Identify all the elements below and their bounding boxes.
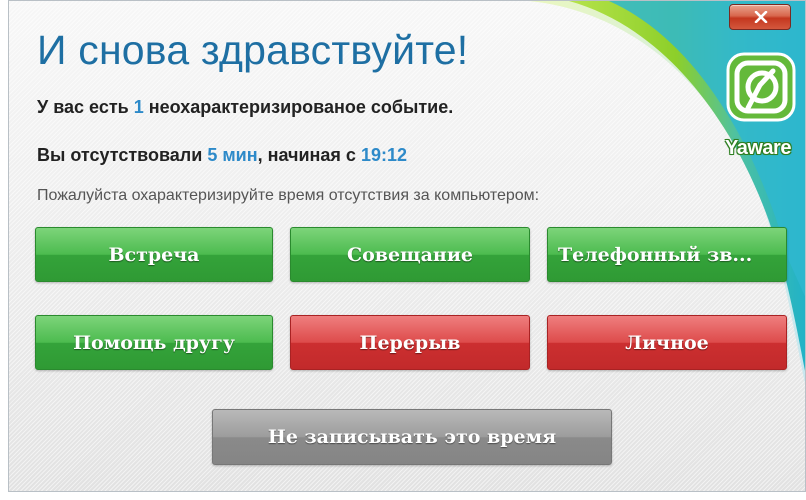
absent-middle: , начиная с: [257, 145, 356, 165]
dont-record-button[interactable]: Не записывать это время: [212, 409, 612, 465]
events-line: У вас есть 1 неохарактеризированое событ…: [37, 97, 453, 118]
absent-start-time: 19:12: [360, 145, 408, 165]
personal-button[interactable]: Личное: [547, 315, 787, 370]
meeting-button[interactable]: Встреча: [35, 227, 273, 282]
dialog-window: Yaware И снова здравствуйте! У вас есть …: [8, 0, 806, 492]
conference-button[interactable]: Совещание: [290, 227, 530, 282]
absence-line: Вы отсутствовали 5 мин, начиная с 19:12: [37, 145, 407, 166]
page-title: И снова здравствуйте!: [37, 27, 469, 73]
prompt-text: Пожалуйста охарактеризируйте время отсут…: [37, 187, 540, 204]
phone-call-button[interactable]: Телефонный зв...: [547, 227, 787, 282]
absent-prefix: Вы отсутствовали: [37, 145, 203, 165]
absent-duration: 5 мин: [207, 145, 258, 165]
events-prefix: У вас есть: [37, 97, 129, 117]
break-button[interactable]: Перерыв: [290, 315, 530, 370]
events-suffix: неохарактеризированое событие.: [148, 97, 454, 117]
help-friend-button[interactable]: Помощь другу: [35, 315, 273, 370]
events-count: 1: [133, 97, 144, 117]
close-icon: [754, 11, 768, 23]
logo-text: Yaware: [725, 137, 791, 159]
close-button[interactable]: [729, 4, 791, 30]
